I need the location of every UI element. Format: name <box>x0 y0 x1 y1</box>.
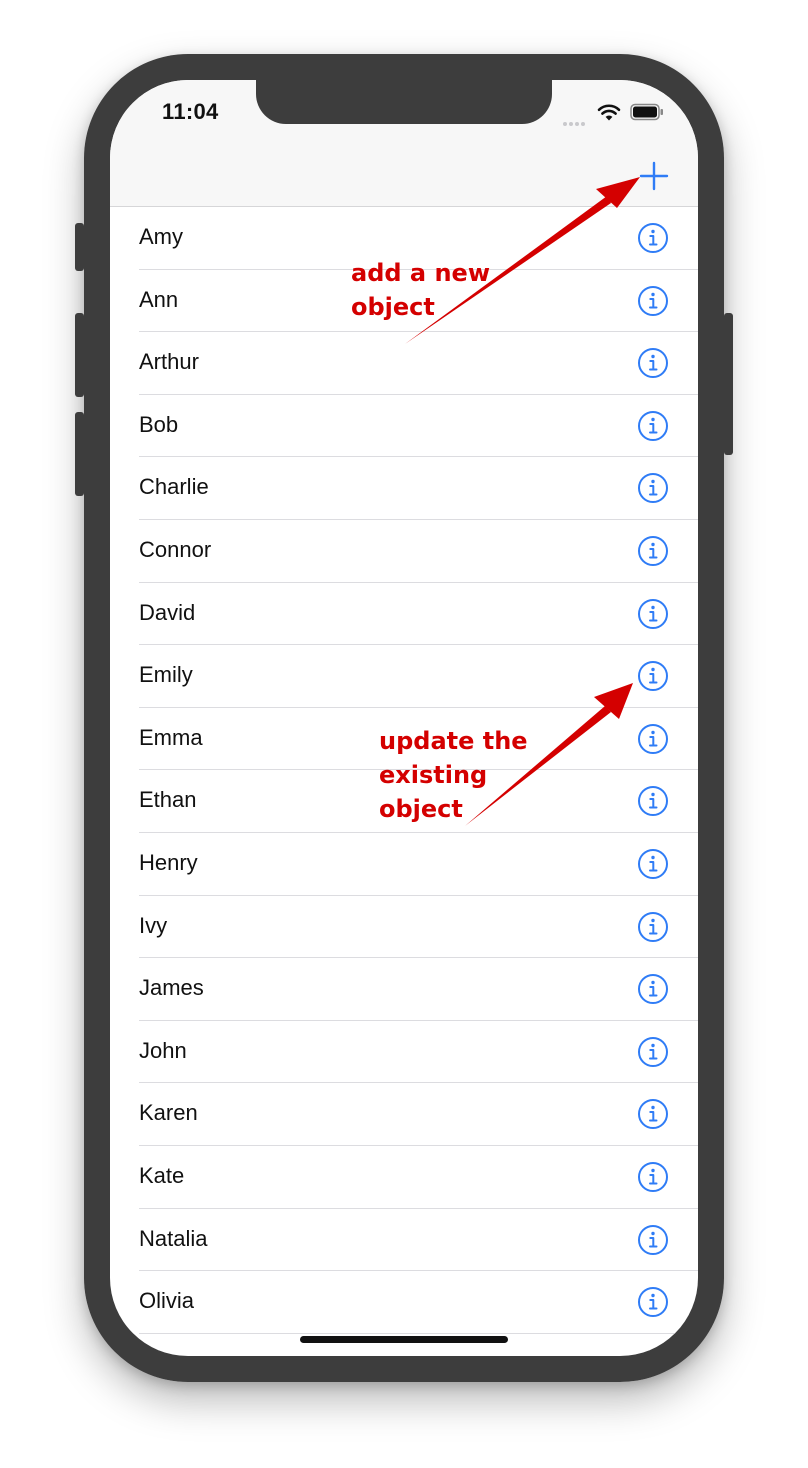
info-button[interactable] <box>637 598 669 630</box>
home-indicator[interactable] <box>300 1336 508 1343</box>
add-button[interactable] <box>638 160 670 192</box>
list-item[interactable]: Emily <box>110 645 698 708</box>
list-item-name: Arthur <box>139 349 199 375</box>
info-circle-icon <box>638 1099 668 1130</box>
annotation-update: update the existing object <box>379 727 528 823</box>
list-item[interactable]: John <box>110 1021 698 1084</box>
info-circle-icon <box>638 410 668 441</box>
plus-icon <box>639 161 669 191</box>
info-button[interactable] <box>637 535 669 567</box>
list-item[interactable]: Ivy <box>110 896 698 959</box>
info-button[interactable] <box>637 660 669 692</box>
annotation-add: add a new object <box>351 259 490 321</box>
info-circle-icon <box>638 1224 668 1255</box>
list-item-name: Emma <box>139 724 203 750</box>
info-circle-icon <box>638 348 668 379</box>
list-item-name: Connor <box>139 536 212 562</box>
list-item[interactable]: Olivia <box>110 1271 698 1334</box>
list-item-name: Henry <box>139 849 198 875</box>
list-item-name: Karen <box>139 1100 198 1126</box>
list-item-name: Kate <box>139 1162 185 1188</box>
battery-icon <box>630 103 663 121</box>
info-button[interactable] <box>637 347 669 379</box>
list-item[interactable]: Arthur <box>110 332 698 395</box>
list-item[interactable]: Henry <box>110 833 698 896</box>
info-circle-icon <box>638 723 668 754</box>
list-item-name: David <box>139 599 196 625</box>
info-circle-icon <box>638 1036 668 1067</box>
list-item-name: Olivia <box>139 1288 195 1314</box>
list-item-name: Charlie <box>139 474 209 500</box>
list-item[interactable]: James <box>110 958 698 1021</box>
navigation-bar: 11:04 <box>110 80 698 207</box>
info-button[interactable] <box>637 1098 669 1130</box>
info-button[interactable] <box>637 848 669 880</box>
cellular-signal-icon <box>563 113 591 126</box>
info-button[interactable] <box>637 410 669 442</box>
info-button[interactable] <box>637 1224 669 1256</box>
info-circle-icon <box>638 473 668 504</box>
volume-down-button <box>75 412 84 496</box>
info-circle-icon <box>638 661 668 692</box>
info-circle-icon <box>638 1287 668 1318</box>
info-circle-icon <box>638 1161 668 1192</box>
info-button[interactable] <box>637 911 669 943</box>
list-item[interactable]: Charlie <box>110 457 698 520</box>
info-circle-icon <box>638 598 668 629</box>
list-item-name: Bob <box>139 411 179 437</box>
info-button[interactable] <box>637 222 669 254</box>
power-button <box>724 313 733 455</box>
info-button[interactable] <box>637 472 669 504</box>
info-circle-icon <box>638 535 668 566</box>
info-button[interactable] <box>637 1161 669 1193</box>
info-circle-icon <box>638 285 668 316</box>
info-circle-icon <box>638 223 668 253</box>
screenshot-canvas: 11:04 Amy Ann Arthur Bob Charlie Connor … <box>0 0 808 1468</box>
list-item[interactable]: Bob <box>110 395 698 458</box>
info-circle-icon <box>638 974 668 1005</box>
info-circle-icon <box>638 848 668 879</box>
list-item-name: Ann <box>139 286 179 312</box>
status-time: 11:04 <box>162 99 219 124</box>
info-button[interactable] <box>637 973 669 1005</box>
list-item-name: Natalia <box>139 1225 208 1251</box>
list-item-name: John <box>139 1037 187 1063</box>
list-item-name: Ivy <box>139 912 168 938</box>
info-button[interactable] <box>637 1036 669 1068</box>
volume-up-button <box>75 313 84 397</box>
info-circle-icon <box>638 786 668 817</box>
mute-switch <box>75 223 84 271</box>
list-item-name: Amy <box>139 224 183 249</box>
list-item[interactable]: Connor <box>110 520 698 583</box>
notch <box>256 80 552 124</box>
list-item[interactable]: Kate <box>110 1146 698 1209</box>
list-item[interactable]: Natalia <box>110 1209 698 1272</box>
list-item-name: James <box>139 975 204 1001</box>
list-item[interactable]: Karen <box>110 1083 698 1146</box>
wifi-icon <box>597 104 621 121</box>
info-button[interactable] <box>637 723 669 755</box>
info-button[interactable] <box>637 285 669 317</box>
info-button[interactable] <box>637 1286 669 1318</box>
list-item-name: Ethan <box>139 787 197 813</box>
info-circle-icon <box>638 911 668 942</box>
list-item[interactable]: David <box>110 583 698 646</box>
list-item-name: Emily <box>139 662 193 688</box>
info-button[interactable] <box>637 785 669 817</box>
